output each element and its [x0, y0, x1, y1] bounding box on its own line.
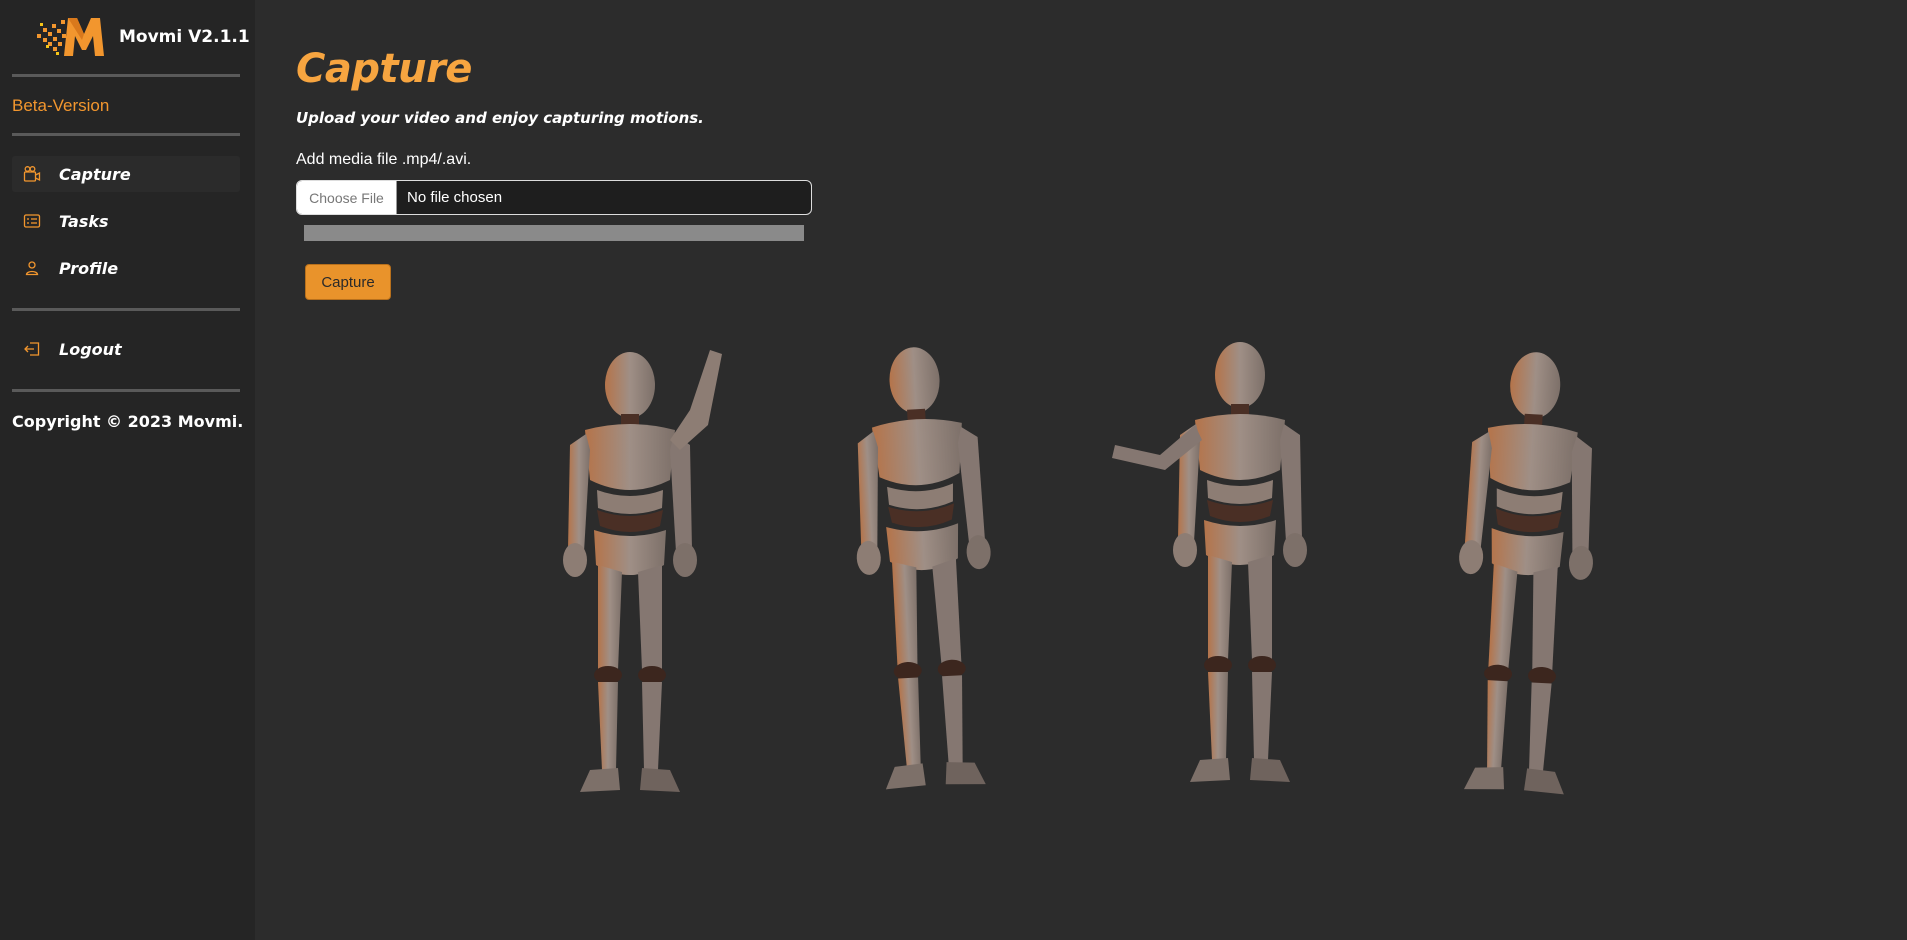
- video-camera-icon: [23, 165, 41, 183]
- logout-button[interactable]: Logout: [12, 331, 240, 367]
- movmi-logo-icon: [37, 14, 107, 60]
- divider: [12, 74, 240, 77]
- media-file-label: Add media file .mp4/.avi.: [296, 151, 472, 168]
- capture-button[interactable]: Capture: [305, 264, 391, 300]
- brand[interactable]: Movmi V2.1.1: [37, 14, 250, 60]
- sidebar-item-label: Tasks: [59, 211, 109, 231]
- media-file-input[interactable]: Choose File No file chosen: [296, 180, 812, 215]
- upload-progress-bar: [304, 225, 804, 241]
- file-status-text: No file chosen: [407, 189, 503, 206]
- copyright-text: Copyright © 2023 Movmi.: [12, 412, 244, 431]
- logout-label: Logout: [59, 339, 122, 359]
- mannequin-figures-illustration: [540, 330, 1640, 830]
- sidebar-item-tasks[interactable]: Tasks: [12, 203, 240, 239]
- sidebar: Movmi V2.1.1 Beta-Version Capture Tasks: [0, 0, 255, 940]
- divider: [12, 308, 240, 311]
- app-version-title: Movmi V2.1.1: [119, 27, 250, 47]
- sidebar-item-label: Capture: [59, 164, 131, 184]
- beta-version-label: Beta-Version: [12, 96, 110, 115]
- task-list-icon: [23, 212, 41, 230]
- sidebar-item-label: Profile: [59, 258, 119, 278]
- logout-icon: [23, 340, 41, 358]
- user-icon: [23, 259, 41, 277]
- sidebar-item-profile[interactable]: Profile: [12, 250, 240, 286]
- page-subtitle: Upload your video and enjoy capturing mo…: [296, 109, 704, 127]
- sidebar-item-capture[interactable]: Capture: [12, 156, 240, 192]
- divider: [12, 389, 240, 392]
- page-title: Capture: [296, 46, 472, 92]
- divider: [12, 133, 240, 136]
- choose-file-button[interactable]: Choose File: [297, 181, 397, 214]
